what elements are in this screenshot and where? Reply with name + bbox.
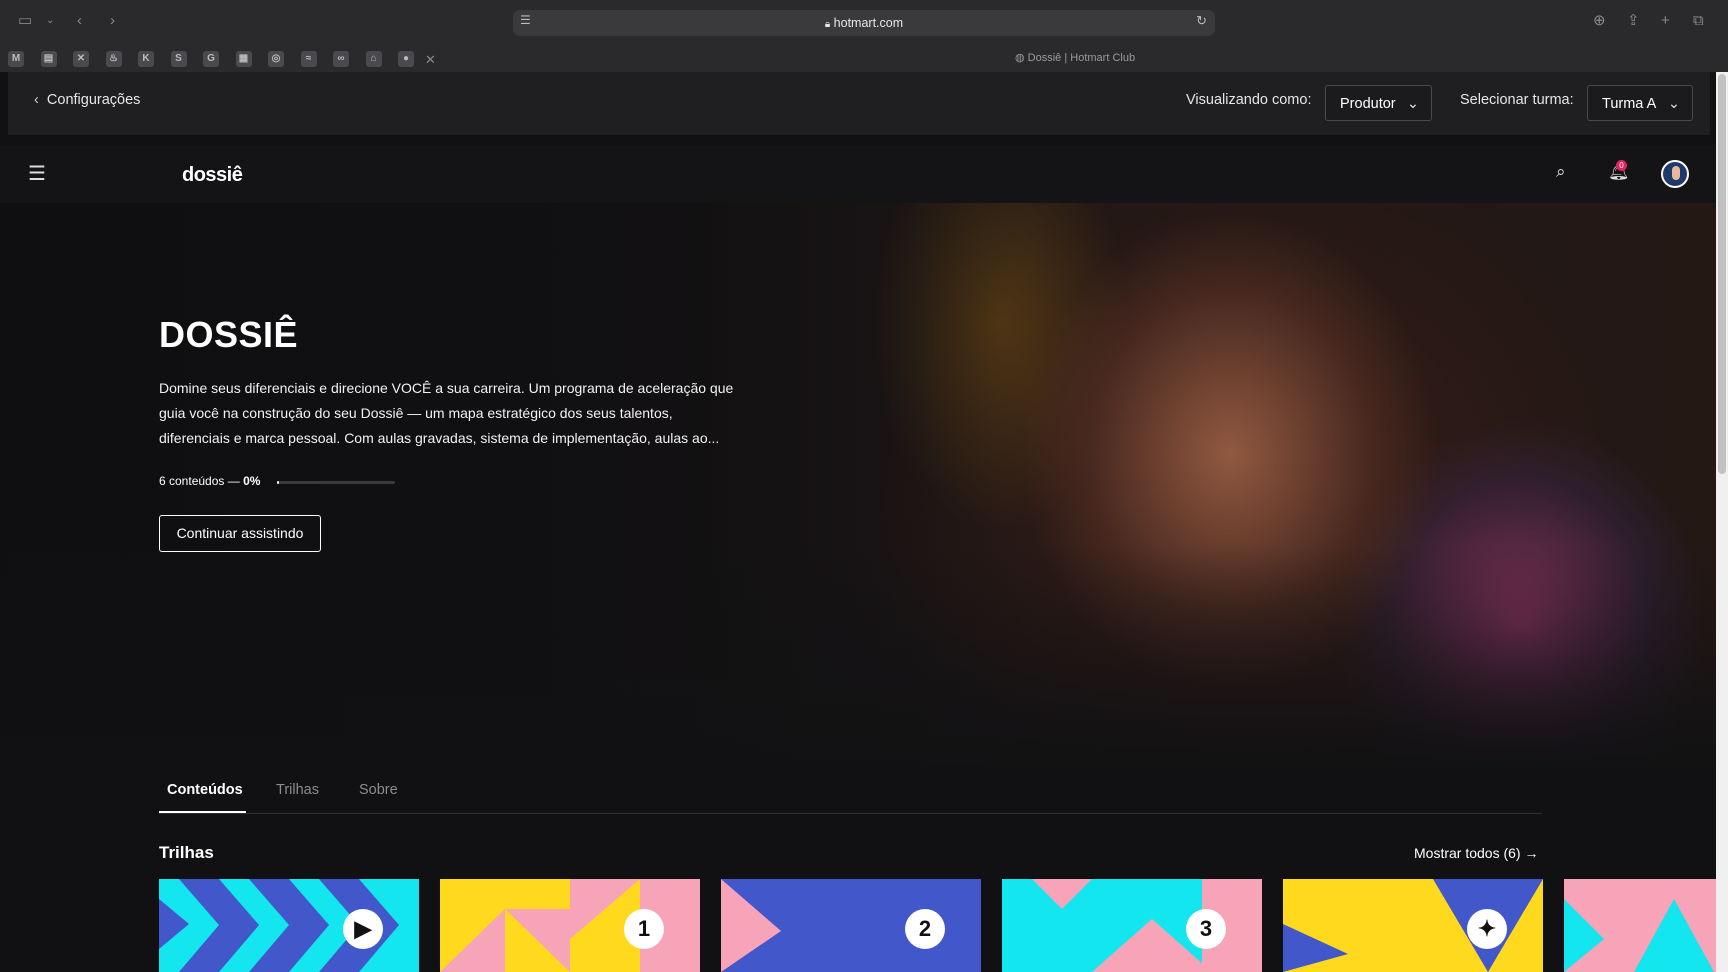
show-all-link[interactable]: Mostrar todos (6) → [1414,845,1538,861]
trail-card[interactable] [1564,879,1716,972]
pinned-tab-icon[interactable]: ⌂ [365,51,382,67]
phase-badge: 1 [624,909,664,949]
pinned-tab-icon[interactable]: ◎ [268,51,284,67]
back-icon[interactable]: ‹ [77,11,82,31]
pinned-tab-icon[interactable]: G [203,51,219,67]
sidebar-toggle-icon[interactable]: ▭ [18,11,32,31]
pinned-tab-icon[interactable]: ≈ [300,51,317,67]
app-header: ☰ dossiê ⌕ 🔔︎ 0 [0,145,1716,203]
new-tab-icon[interactable]: + [1661,11,1670,31]
reload-icon[interactable]: ↻ [1196,13,1207,29]
hero-overlay [0,203,1716,773]
pinned-tab-icon[interactable]: M [8,51,24,67]
trail-card[interactable]: 1 [440,879,700,972]
play-icon: ▶ [343,909,383,949]
progress-percent: 0% [243,474,261,488]
close-tab-icon[interactable]: ✕ [425,50,436,70]
logo[interactable]: dossiê [182,164,243,187]
url-text: hotmart.com [833,16,904,30]
pinned-tab-icon[interactable]: K [138,51,154,67]
trail-card[interactable]: 2 [721,879,981,972]
course-description: Domine seus diferenciais e direcione VOC… [159,380,734,446]
trail-card[interactable]: ✦ [1283,879,1543,972]
avatar[interactable] [1661,160,1689,188]
forward-icon[interactable]: › [110,11,115,31]
pinned-tab-icon[interactable]: S [170,51,187,67]
trail-card[interactable]: 3 [1002,879,1262,972]
download-icon[interactable]: ⊕ [1593,11,1606,31]
active-tab[interactable]: ◍ Dossiê | Hotmart Club [1015,51,1135,64]
tab-trilhas[interactable]: Trilhas [276,782,319,798]
pinned-tab-icon[interactable]: ∞ [333,51,349,67]
select-class-label: Selecionar turma: [1460,92,1574,108]
tab-title: Dossiê | Hotmart Club [1027,52,1136,64]
browser-chrome: ▭ ⌄ ‹ › ☰ 🔒︎ hotmart.com ↻ ⊕ ⇪ + ⧉ M ▤ ✕ ♨ K… [0,0,1728,72]
producer-bar: ‹ Configurações Visualizando como: Produ… [8,72,1710,135]
tab-overview-icon[interactable]: ⧉ [1693,11,1704,31]
tab-favicon-icon: ◍ [1015,52,1025,64]
lock-icon: 🔒︎ [824,19,831,30]
phase-badge: 2 [905,909,945,949]
chevron-down-icon: ⌄ [1667,96,1680,112]
menu-icon[interactable]: ☰ [28,161,46,186]
viewing-as-label: Visualizando como: [1186,92,1312,108]
progress-fill [277,481,280,484]
viewing-as-select[interactable]: Produtor ⌄ [1325,85,1432,121]
share-icon[interactable]: ⇪ [1627,11,1640,31]
progress-summary: 6 conteúdos — 0% [159,474,260,488]
back-to-settings-link[interactable]: ‹ Configurações [34,92,140,108]
contents-count: 6 conteúdos — [159,474,240,488]
viewing-as-value: Produtor [1340,96,1396,112]
address-bar[interactable]: ☰ 🔒︎ hotmart.com ↻ [513,10,1215,36]
section-title: Trilhas [159,843,214,862]
chevron-down-icon[interactable]: ⌄ [46,11,54,31]
pinned-tab-icon[interactable]: ✕ [73,51,89,67]
select-class-value: Turma A [1602,96,1657,112]
chevron-down-icon: ⌄ [1406,96,1419,112]
avatar-figure-icon [1672,166,1680,180]
select-class-select[interactable]: Turma A ⌄ [1587,85,1693,121]
settings-link-label: Configurações [46,92,141,108]
pinned-tab-icon[interactable]: ▦ [235,51,252,67]
continue-watching-button[interactable]: Continuar assistindo [159,515,321,552]
camera-icon: ✦ [1467,909,1507,949]
chevron-left-icon: ‹ [34,92,39,108]
scrollbar[interactable] [1716,72,1728,972]
tabs-divider [159,813,1542,814]
hero-banner [0,203,1716,773]
notification-badge: 0 [1616,160,1627,171]
progress-bar [277,481,395,484]
pinned-tab-icon[interactable]: ● [398,51,414,67]
search-icon[interactable]: ⌕ [1556,162,1566,182]
trail-card[interactable]: ▶ [159,879,419,972]
scrollbar-thumb[interactable] [1718,74,1726,474]
tab-conteudos[interactable]: Conteúdos [167,782,243,798]
pinned-tab-icon[interactable]: ▤ [40,51,57,67]
phase-badge: 3 [1186,909,1226,949]
course-title: DOSSIÊ [159,314,299,355]
tab-sobre[interactable]: Sobre [359,782,398,798]
card-pattern [1564,879,1716,972]
pinned-tab-icon[interactable]: ♨ [105,51,122,67]
